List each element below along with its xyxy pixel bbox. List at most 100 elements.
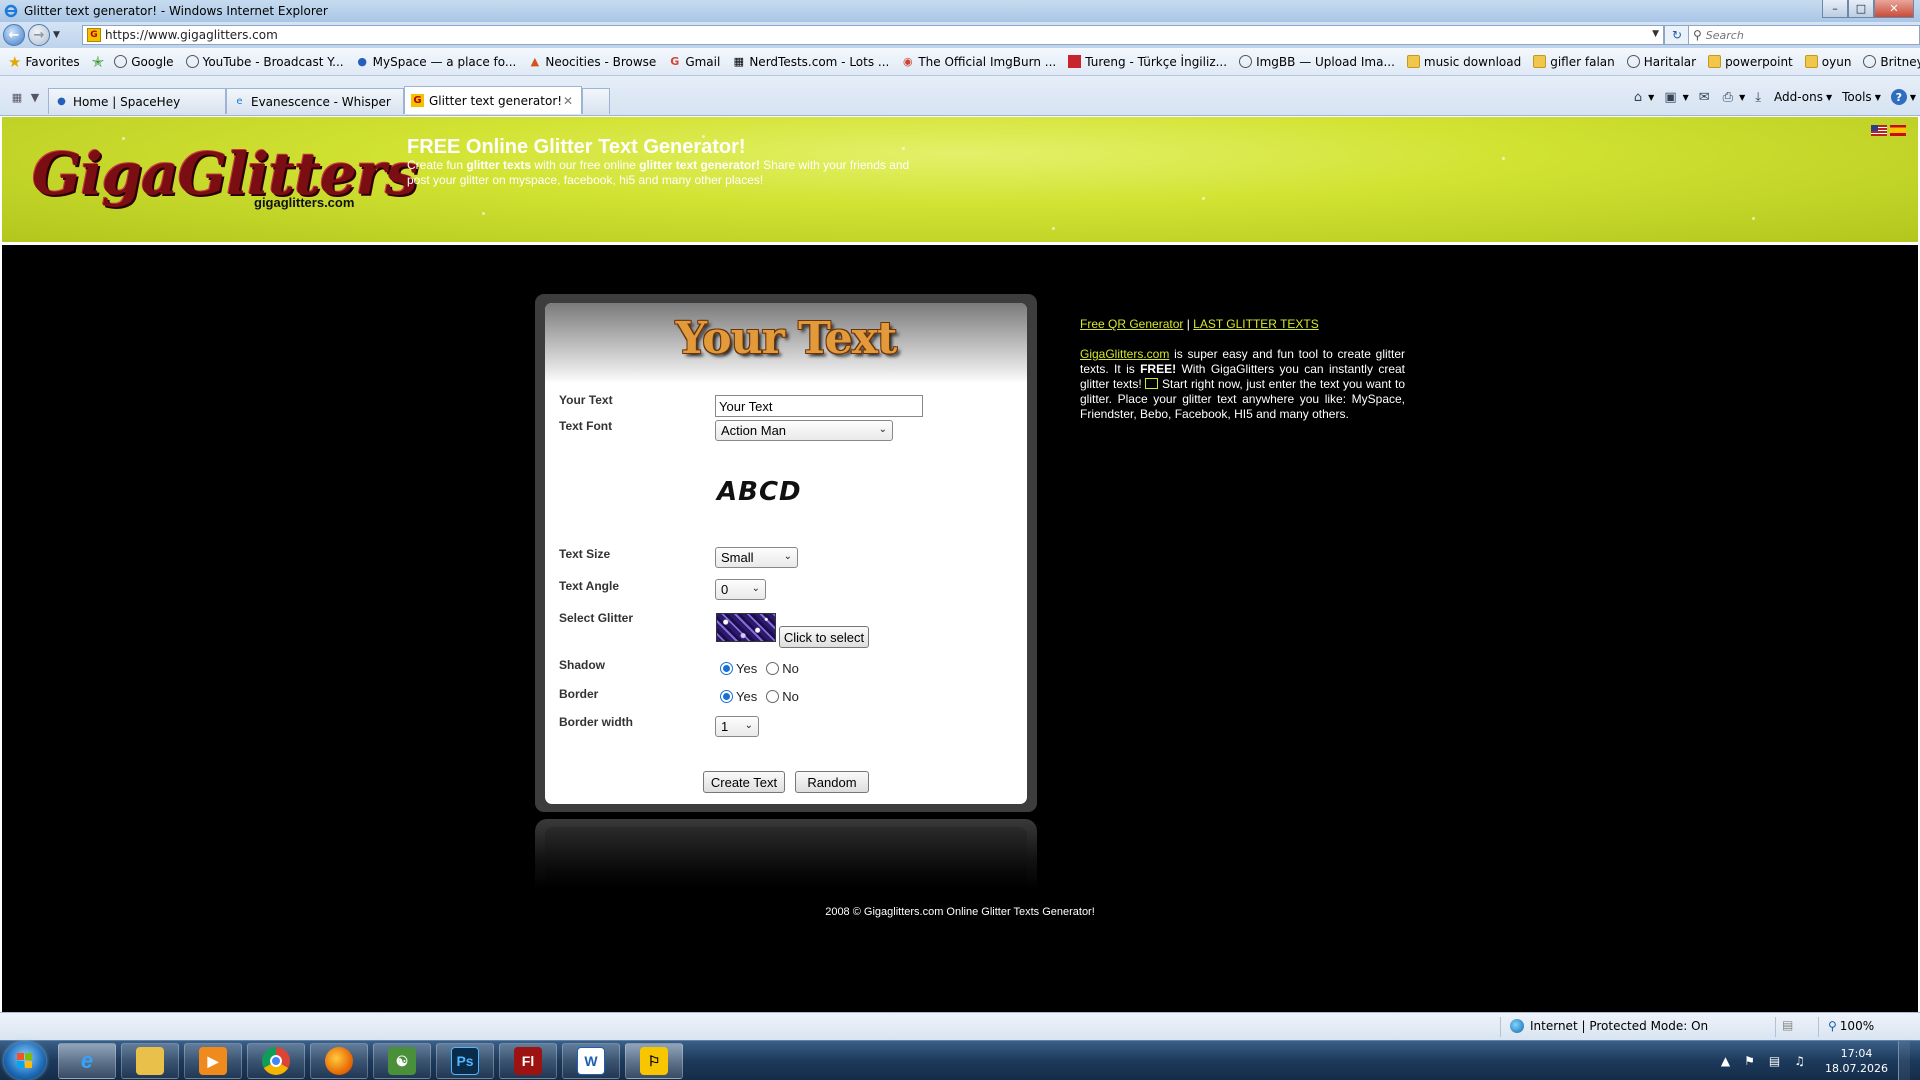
taskbar-network-app[interactable]: ☯ (373, 1043, 431, 1079)
select-glitter-button[interactable]: Click to select (779, 626, 869, 648)
address-bar[interactable]: G https://www.gigaglitters.com ▼ (82, 25, 1664, 45)
favorites-button[interactable]: ★ Favorites (8, 53, 80, 71)
favorite-item[interactable]: Haritalar (1626, 55, 1696, 69)
free-qr-generator-link[interactable]: Free QR Generator (1080, 317, 1183, 331)
network-signal-icon[interactable]: ▤ (1769, 1054, 1780, 1068)
tab-evanescence[interactable]: e Evanescence - Whisper (226, 88, 404, 114)
taskbar-flash[interactable]: Fl (499, 1043, 557, 1079)
clock[interactable]: 17:04 18.07.2026 (1825, 1046, 1888, 1076)
chevron-down-icon: ⌄ (783, 551, 792, 562)
border-no-radio[interactable] (766, 690, 780, 703)
your-text-input[interactable] (715, 395, 923, 417)
maximize-button[interactable]: □ (1848, 0, 1874, 18)
home-icon: ⌂ (1633, 89, 1643, 105)
close-window-button[interactable]: ✕ (1874, 0, 1914, 18)
taskbar-media-player[interactable]: ▶ (184, 1043, 242, 1079)
start-button[interactable] (4, 1042, 46, 1080)
glitter-swatch[interactable] (716, 613, 776, 642)
zoom-control[interactable]: ⚲ 100% (1828, 1019, 1874, 1033)
history-dropdown-icon[interactable]: ▼ (53, 30, 60, 40)
text-size-select[interactable]: Small ⌄ (715, 547, 798, 568)
favorite-label: music download (1423, 54, 1522, 69)
taskbar-aim[interactable]: ⚐ (625, 1043, 683, 1079)
shadow-no-radio[interactable] (766, 662, 780, 675)
tools-label: Tools (1842, 90, 1872, 104)
back-button[interactable]: ← (3, 24, 25, 46)
address-url[interactable]: https://www.gigaglitters.com (105, 28, 278, 42)
new-tab-button[interactable] (582, 88, 610, 114)
favorite-label: gifler falan (1550, 54, 1615, 69)
text-font-select[interactable]: Action Man ⌄ (715, 420, 893, 441)
tab-spacehey[interactable]: ● Home | SpaceHey (48, 88, 226, 114)
quick-tabs-icon[interactable]: ▦ (8, 88, 26, 106)
site-logo[interactable]: GigaGlitters (32, 145, 418, 203)
favorite-item[interactable]: Tureng - Türkçe İngiliz... (1068, 55, 1227, 69)
text-angle-select[interactable]: 0 ⌄ (715, 579, 766, 600)
random-button[interactable]: Random (795, 771, 869, 793)
site-logo-domain: gigaglitters.com (254, 195, 355, 210)
taskbar-file-explorer[interactable] (121, 1043, 179, 1079)
mail-button[interactable]: ✉ (1699, 90, 1713, 105)
site-favicon-icon: G (87, 28, 101, 42)
action-center-flag-icon[interactable]: ⚑ (1744, 1054, 1755, 1068)
tab-label: Evanescence - Whisper (251, 94, 391, 109)
favorite-item[interactable]: YouTube - Broadcast Y... (185, 55, 344, 69)
favorite-item[interactable]: powerpoint (1708, 55, 1793, 69)
text-size-label: Text Size (559, 547, 611, 561)
favorite-item[interactable]: music download (1406, 54, 1522, 69)
volume-icon[interactable]: ♫ (1794, 1054, 1805, 1068)
text-font-label: Text Font (559, 419, 613, 433)
english-flag-icon[interactable] (1871, 125, 1887, 136)
favorite-item[interactable]: gifler falan (1533, 55, 1615, 69)
taskbar-internet-explorer[interactable]: e (58, 1043, 116, 1079)
search-input[interactable] (1705, 28, 1896, 42)
taskbar-chrome[interactable] (247, 1043, 305, 1079)
add-to-favorites-icon[interactable]: ✭ (92, 53, 105, 71)
favorite-item[interactable]: ● MySpace — a place fo... (356, 55, 516, 69)
tab-list-dropdown-icon[interactable]: ▼ (26, 88, 44, 106)
refresh-icon[interactable]: ↻ (1664, 25, 1690, 45)
tools-menu[interactable]: Tools ▼ (1842, 90, 1881, 104)
download-icon: ⤓ (1755, 89, 1761, 105)
last-glitter-texts-link[interactable]: LAST GLITTER TEXTS (1193, 317, 1319, 331)
feeds-button[interactable]: ▣ ▼ (1664, 90, 1688, 105)
favorite-item[interactable]: G Gmail (668, 55, 720, 69)
help-button[interactable]: ? ▼ (1890, 89, 1916, 105)
web-page: GigaGlitters gigaglitters.com FREE Onlin… (2, 117, 1918, 1012)
forward-button[interactable]: → (28, 24, 50, 46)
taskbar-word[interactable]: W (562, 1043, 620, 1079)
spanish-flag-icon[interactable] (1890, 125, 1906, 136)
border-yes-radio[interactable] (720, 690, 733, 703)
favorites-label: Favorites (25, 54, 80, 69)
shadow-yes-radio[interactable] (720, 662, 733, 675)
status-bar: Internet | Protected Mode: On ▤ ⚲ 100% (0, 1012, 1920, 1040)
taskbar-firefox[interactable] (310, 1043, 368, 1079)
gigaglitters-link[interactable]: GigaGlitters.com (1080, 347, 1169, 361)
close-tab-icon[interactable]: ✕ (563, 94, 573, 108)
tab-glitter-generator[interactable]: G Glitter text generator! ✕ (404, 86, 582, 114)
favorite-item[interactable]: oyun (1804, 55, 1851, 69)
favorite-item[interactable]: ▲ Neocities - Browse (528, 55, 657, 69)
security-zone[interactable]: Internet | Protected Mode: On (1510, 1019, 1708, 1033)
show-desktop-button[interactable] (1898, 1041, 1910, 1080)
print-button[interactable]: ⎙ ▼ (1723, 90, 1746, 105)
favorite-item[interactable]: ◉ The Official ImgBurn ... (901, 55, 1056, 69)
favorite-item[interactable]: ▦ NerdTests.com - Lots ... (732, 55, 890, 69)
taskbar-photoshop[interactable]: Ps (436, 1043, 494, 1079)
favorite-item[interactable]: ImgBB — Upload Ima... (1239, 55, 1395, 69)
site-header: GigaGlitters gigaglitters.com FREE Onlin… (2, 117, 1918, 245)
border-width-select[interactable]: 1 ⌄ (715, 716, 759, 737)
site-description: Create fun glitter texts with our free o… (407, 158, 910, 187)
minimize-button[interactable]: – (1822, 0, 1848, 18)
addons-menu[interactable]: Add-ons ▼ (1774, 90, 1832, 104)
home-button[interactable]: ⌂ ▼ (1634, 90, 1654, 105)
address-dropdown-icon[interactable]: ▼ (1652, 29, 1659, 39)
favorite-item[interactable]: Britney spears skins pa... (1863, 55, 1920, 69)
search-box[interactable]: ⚲ (1688, 25, 1920, 45)
favorite-item[interactable]: Google (114, 55, 174, 69)
flash-icon: Fl (514, 1047, 542, 1075)
site-footer: 2008 © Gigaglitters.com Online Glitter T… (825, 906, 1095, 918)
show-hidden-icons[interactable]: ▲ (1721, 1054, 1730, 1068)
downloads-button[interactable]: ⤓ (1755, 90, 1764, 105)
create-text-button[interactable]: Create Text (703, 771, 785, 793)
